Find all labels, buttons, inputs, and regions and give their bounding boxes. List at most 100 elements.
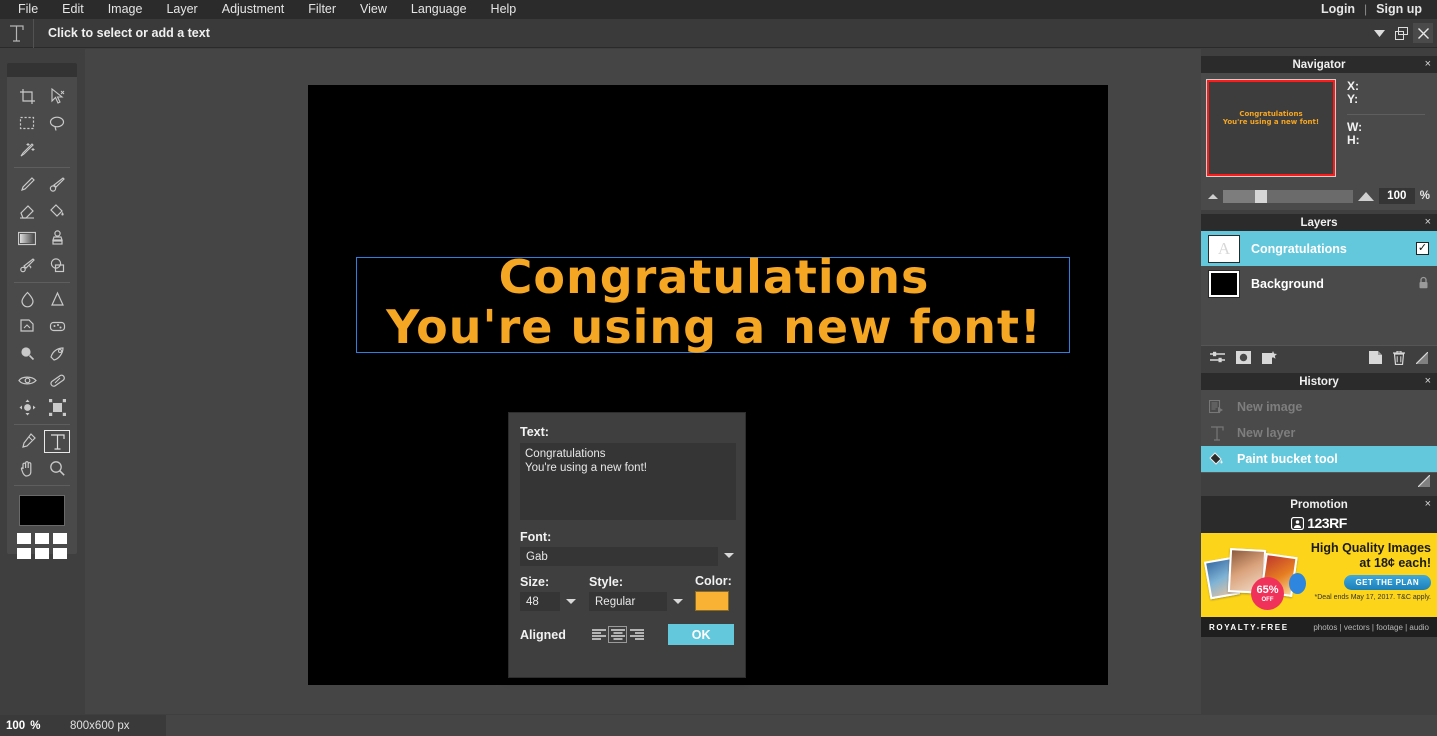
paint-bucket-tool[interactable] [42, 198, 72, 225]
promotion-discount-badge: 65% OFF [1251, 577, 1284, 610]
zoom-tool[interactable] [42, 455, 72, 482]
text-color-swatch[interactable] [695, 591, 729, 611]
blur-tool[interactable] [12, 286, 42, 313]
transform-tool[interactable] [42, 394, 72, 421]
layer-effects-icon[interactable] [1262, 351, 1277, 364]
size-dropdown-caret-icon[interactable] [566, 599, 576, 604]
zoom-slider[interactable] [1223, 189, 1353, 203]
foreground-color-swatch[interactable] [19, 495, 65, 526]
menu-language[interactable]: Language [399, 0, 479, 19]
palette-swatch[interactable] [17, 533, 31, 544]
close-icon[interactable] [1413, 23, 1433, 43]
menu-view[interactable]: View [348, 0, 399, 19]
layers-close-icon[interactable]: × [1425, 214, 1431, 231]
layer-name: Background [1251, 276, 1324, 291]
crop-tool[interactable] [12, 83, 42, 110]
rectangle-select-tool[interactable] [12, 110, 42, 137]
hand-tool[interactable] [12, 455, 42, 482]
nav-x-label: X: [1347, 79, 1359, 93]
login-link[interactable]: Login [1312, 0, 1364, 19]
zoom-slider-handle[interactable] [1255, 189, 1268, 203]
magic-wand-tool[interactable] [12, 137, 42, 164]
delete-layer-icon[interactable] [1393, 350, 1405, 365]
color-palette [17, 533, 67, 559]
eraser-tool[interactable] [12, 198, 42, 225]
smudge-tool[interactable] [12, 252, 42, 279]
history-row-new-layer[interactable]: New layer [1201, 420, 1437, 446]
sponge-tool[interactable] [42, 313, 72, 340]
heal-tool[interactable] [42, 367, 72, 394]
restore-icon[interactable] [1391, 23, 1411, 43]
resize-handle-icon[interactable] [1416, 351, 1428, 364]
burn-tool[interactable] [12, 340, 42, 367]
layers-footer-right [1358, 350, 1428, 365]
menu-filter[interactable]: Filter [296, 0, 348, 19]
zoom-in-icon[interactable] [1357, 191, 1374, 201]
clone-stamp-tool[interactable] [42, 225, 72, 252]
promotion-banner[interactable]: 65% OFF High Quality Images at 18¢ each!… [1201, 533, 1437, 617]
palette-swatch[interactable] [53, 533, 67, 544]
palette-swatch[interactable] [17, 548, 31, 559]
palette-swatch[interactable] [53, 548, 67, 559]
text-tool[interactable] [42, 428, 72, 455]
canvas-text-content: Congratulations You're using a new font! [386, 250, 1042, 354]
text-selection-box[interactable]: Congratulations You're using a new font! [356, 252, 1070, 353]
warp-tool[interactable] [12, 394, 42, 421]
pencil-tool[interactable] [12, 171, 42, 198]
text-input[interactable] [520, 443, 736, 520]
zoom-slider-fill [1223, 189, 1256, 203]
promotion-close-icon[interactable]: × [1425, 496, 1431, 513]
menu-layer[interactable]: Layer [154, 0, 209, 19]
font-dropdown-caret-icon[interactable] [724, 552, 734, 558]
promotion-cta-button[interactable]: GET THE PLAN [1343, 575, 1431, 590]
red-eye-tool[interactable] [12, 367, 42, 394]
gradient-tool[interactable] [12, 225, 42, 252]
history-row-new-image[interactable]: New image [1201, 394, 1437, 420]
layer-settings-icon[interactable] [1210, 351, 1225, 364]
history-resize-handle-icon[interactable] [1417, 474, 1431, 490]
toolbox-drag-handle[interactable] [7, 63, 77, 77]
history-row-paint-bucket[interactable]: Paint bucket tool [1201, 446, 1437, 472]
style-select[interactable]: Regular [589, 592, 667, 611]
duplicate-layer-icon[interactable] [1369, 351, 1382, 364]
lasso-select-tool[interactable] [42, 110, 72, 137]
eyedropper-tool[interactable] [12, 428, 42, 455]
text-field-label: Text: [520, 425, 549, 439]
align-center-icon[interactable] [608, 626, 628, 643]
navigator-header: Navigator × [1201, 56, 1437, 73]
navigator-thumbnail[interactable]: Congratulations You're using a new font! [1206, 79, 1336, 177]
layer-row-background[interactable]: Background [1201, 266, 1437, 301]
menu-edit[interactable]: Edit [50, 0, 96, 19]
align-right-icon[interactable] [627, 626, 646, 643]
history-close-icon[interactable]: × [1425, 373, 1431, 390]
navigator-zoom-controls: % [1201, 185, 1437, 210]
signup-link[interactable]: Sign up [1367, 0, 1431, 19]
brush-tool[interactable] [42, 171, 72, 198]
layer-mask-icon[interactable] [1236, 351, 1251, 364]
menu-help[interactable]: Help [479, 0, 529, 19]
chevron-down-icon[interactable] [1369, 23, 1389, 43]
font-row: Font: Gab [520, 530, 734, 566]
size-select[interactable]: 48 [520, 592, 560, 611]
menu-file[interactable]: File [6, 0, 50, 19]
shape-tool[interactable] [42, 252, 72, 279]
marquee-tool[interactable] [42, 340, 72, 367]
align-left-icon[interactable] [590, 626, 609, 643]
ok-button[interactable]: OK [668, 624, 735, 645]
menu-image[interactable]: Image [96, 0, 155, 19]
layer-row-congratulations[interactable]: A Congratulations ✓ [1201, 231, 1437, 266]
layer-visibility-checkbox[interactable]: ✓ [1416, 242, 1429, 255]
zoom-value-input[interactable] [1378, 188, 1415, 204]
style-dropdown-caret-icon[interactable] [673, 599, 683, 604]
palette-swatch[interactable] [35, 533, 49, 544]
navigator-title: Navigator [1292, 58, 1346, 71]
navigator-close-icon[interactable]: × [1425, 56, 1431, 73]
palette-swatch[interactable] [35, 548, 49, 559]
menu-adjustment[interactable]: Adjustment [210, 0, 297, 19]
sharpen-tool[interactable] [42, 286, 72, 313]
dodge-tool[interactable] [12, 313, 42, 340]
history-footer [1201, 472, 1437, 492]
font-select[interactable]: Gab [520, 547, 718, 566]
move-tool[interactable] [42, 83, 72, 110]
zoom-out-icon[interactable] [1208, 193, 1218, 199]
